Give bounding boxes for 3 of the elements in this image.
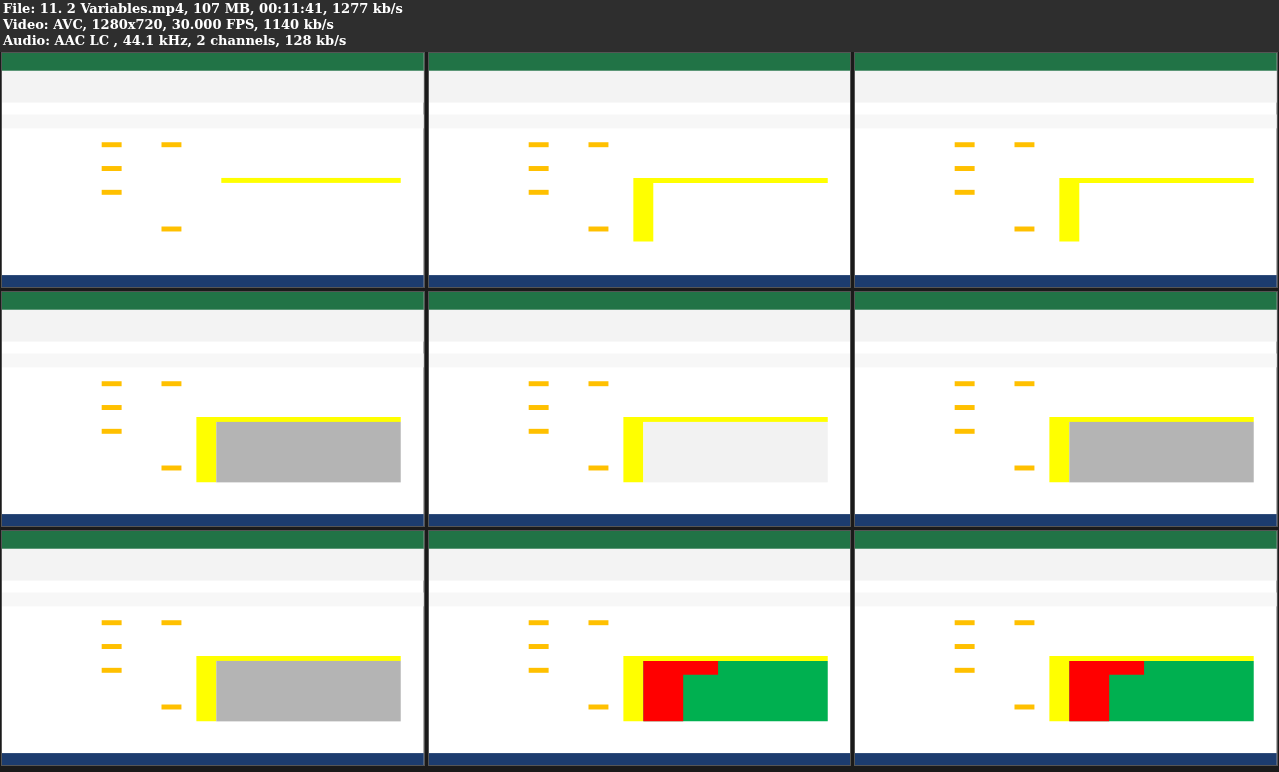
file-info-line: Video: AVC, 1280x720, 30.000 FPS, 1140 kb/s	[3, 17, 335, 33]
file-info-line: Audio: AAC LC , 44.1 kHz, 2 channels, 128 kb/s	[3, 33, 348, 49]
file-info-line: File: 11. 2 Variables.mp4, 107 MB, 00:11:41, 1277 kb/s	[3, 1, 404, 17]
